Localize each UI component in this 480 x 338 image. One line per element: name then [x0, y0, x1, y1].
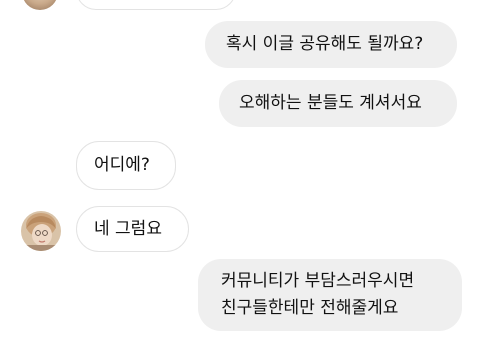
sent-message-bubble: 오해하는 분들도 계셔서요 — [219, 80, 457, 127]
avatar[interactable] — [22, 0, 58, 10]
chat-thread: 혹시 이글 공유해도 될까요? 오해하는 분들도 계셔서요 어디에? 네 그럼요… — [0, 0, 480, 338]
sent-message-bubble: 혹시 이글 공유해도 될까요? — [205, 21, 457, 68]
sent-message-bubble: 커뮤니티가 부담스러우시면 친구들한테만 전해줄게요 — [198, 259, 462, 331]
message-text: 오해하는 분들도 계셔서요 — [239, 93, 422, 113]
received-message-bubble-cropped — [76, 0, 236, 10]
avatar[interactable] — [21, 211, 61, 251]
message-text: 네 그럼요 — [94, 219, 162, 239]
message-text: 혹시 이글 공유해도 될까요? — [226, 34, 424, 54]
profile-photo — [21, 211, 61, 251]
received-message-bubble: 네 그럼요 — [76, 206, 189, 252]
message-text-line: 친구들한테만 전해줄게요 — [221, 298, 399, 318]
received-message-bubble: 어디에? — [76, 141, 176, 190]
message-text: 어디에? — [94, 155, 150, 175]
message-text-line: 커뮤니티가 부담스러우시면 — [221, 271, 415, 291]
